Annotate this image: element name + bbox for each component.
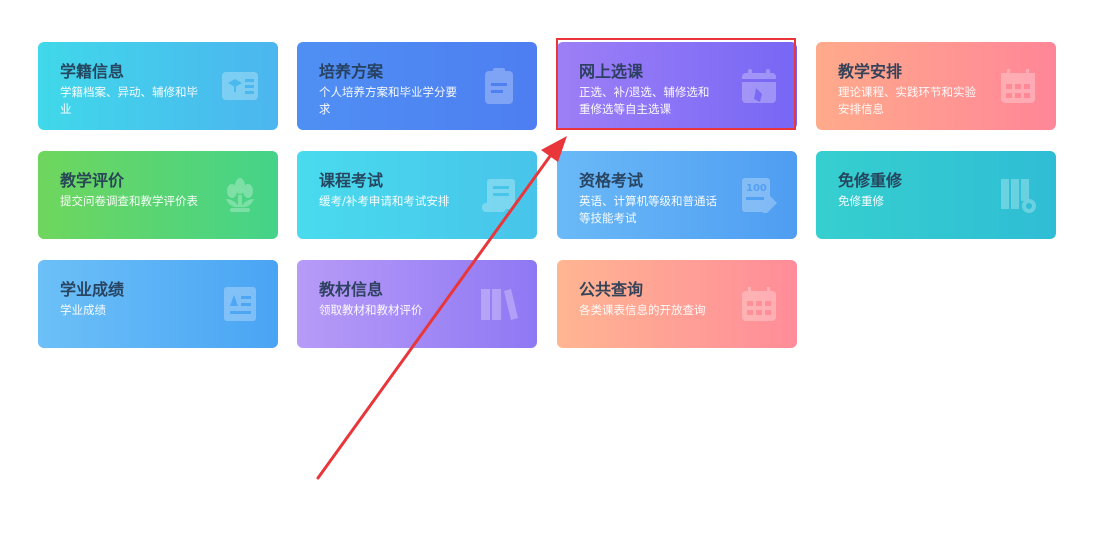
tile-public-query[interactable]: 公共查询 各类课表信息的开放查询: [557, 260, 797, 348]
tile-qualification-exam[interactable]: 资格考试 英语、计算机等级和普通话等技能考试 100: [557, 151, 797, 239]
calendar-grid-icon: [998, 66, 1038, 106]
flower-icon: [220, 175, 260, 215]
tile-training-plan[interactable]: 培养方案 个人培养方案和毕业学分要求: [297, 42, 537, 130]
tile-desc: 正选、补/退选、辅修选和重修选等自主选课: [579, 85, 710, 116]
tile-teaching-arrangement[interactable]: 教学安排 理论课程、实践环节和实验安排信息: [816, 42, 1056, 130]
tile-desc: 各类课表信息的开放查询: [579, 303, 706, 317]
tile-desc: 个人培养方案和毕业学分要求: [319, 85, 457, 116]
calendar-query-icon: [739, 284, 779, 324]
student-card-icon: [220, 66, 260, 106]
calendar-select-icon: [739, 66, 779, 106]
tile-textbook-info[interactable]: 教材信息 领取教材和教材评价: [297, 260, 537, 348]
tile-exemption-retake[interactable]: 免修重修 免修重修: [816, 151, 1056, 239]
tile-desc: 缓考/补考申请和考试安排: [319, 194, 450, 208]
tile-teaching-evaluation[interactable]: 教学评价 提交问卷调查和教学评价表: [38, 151, 278, 239]
books-icon: [479, 284, 519, 324]
tile-desc: 学业成绩: [60, 303, 106, 317]
svg-text:100: 100: [746, 183, 767, 194]
tile-desc: 学籍档案、异动、辅修和毕业: [60, 85, 198, 116]
tile-desc: 提交问卷调查和教学评价表: [60, 194, 198, 208]
tile-desc: 领取教材和教材评价: [319, 303, 423, 317]
tile-online-course-selection[interactable]: 网上选课 正选、补/退选、辅修选和重修选等自主选课: [557, 42, 797, 130]
score-paper-icon: 100: [739, 175, 779, 215]
tile-desc: 英语、计算机等级和普通话等技能考试: [579, 194, 717, 225]
clipboard-icon: [479, 66, 519, 106]
tile-student-status[interactable]: 学籍信息 学籍档案、异动、辅修和毕业: [38, 42, 278, 130]
books-gear-icon: [998, 175, 1038, 215]
tile-desc: 理论课程、实践环节和实验安排信息: [838, 85, 976, 116]
report-icon: [220, 284, 260, 324]
tile-course-exam[interactable]: 课程考试 缓考/补考申请和考试安排: [297, 151, 537, 239]
scroll-icon: [479, 175, 519, 215]
tile-desc: 免修重修: [838, 194, 884, 208]
tile-academic-grades[interactable]: 学业成绩 学业成绩: [38, 260, 278, 348]
